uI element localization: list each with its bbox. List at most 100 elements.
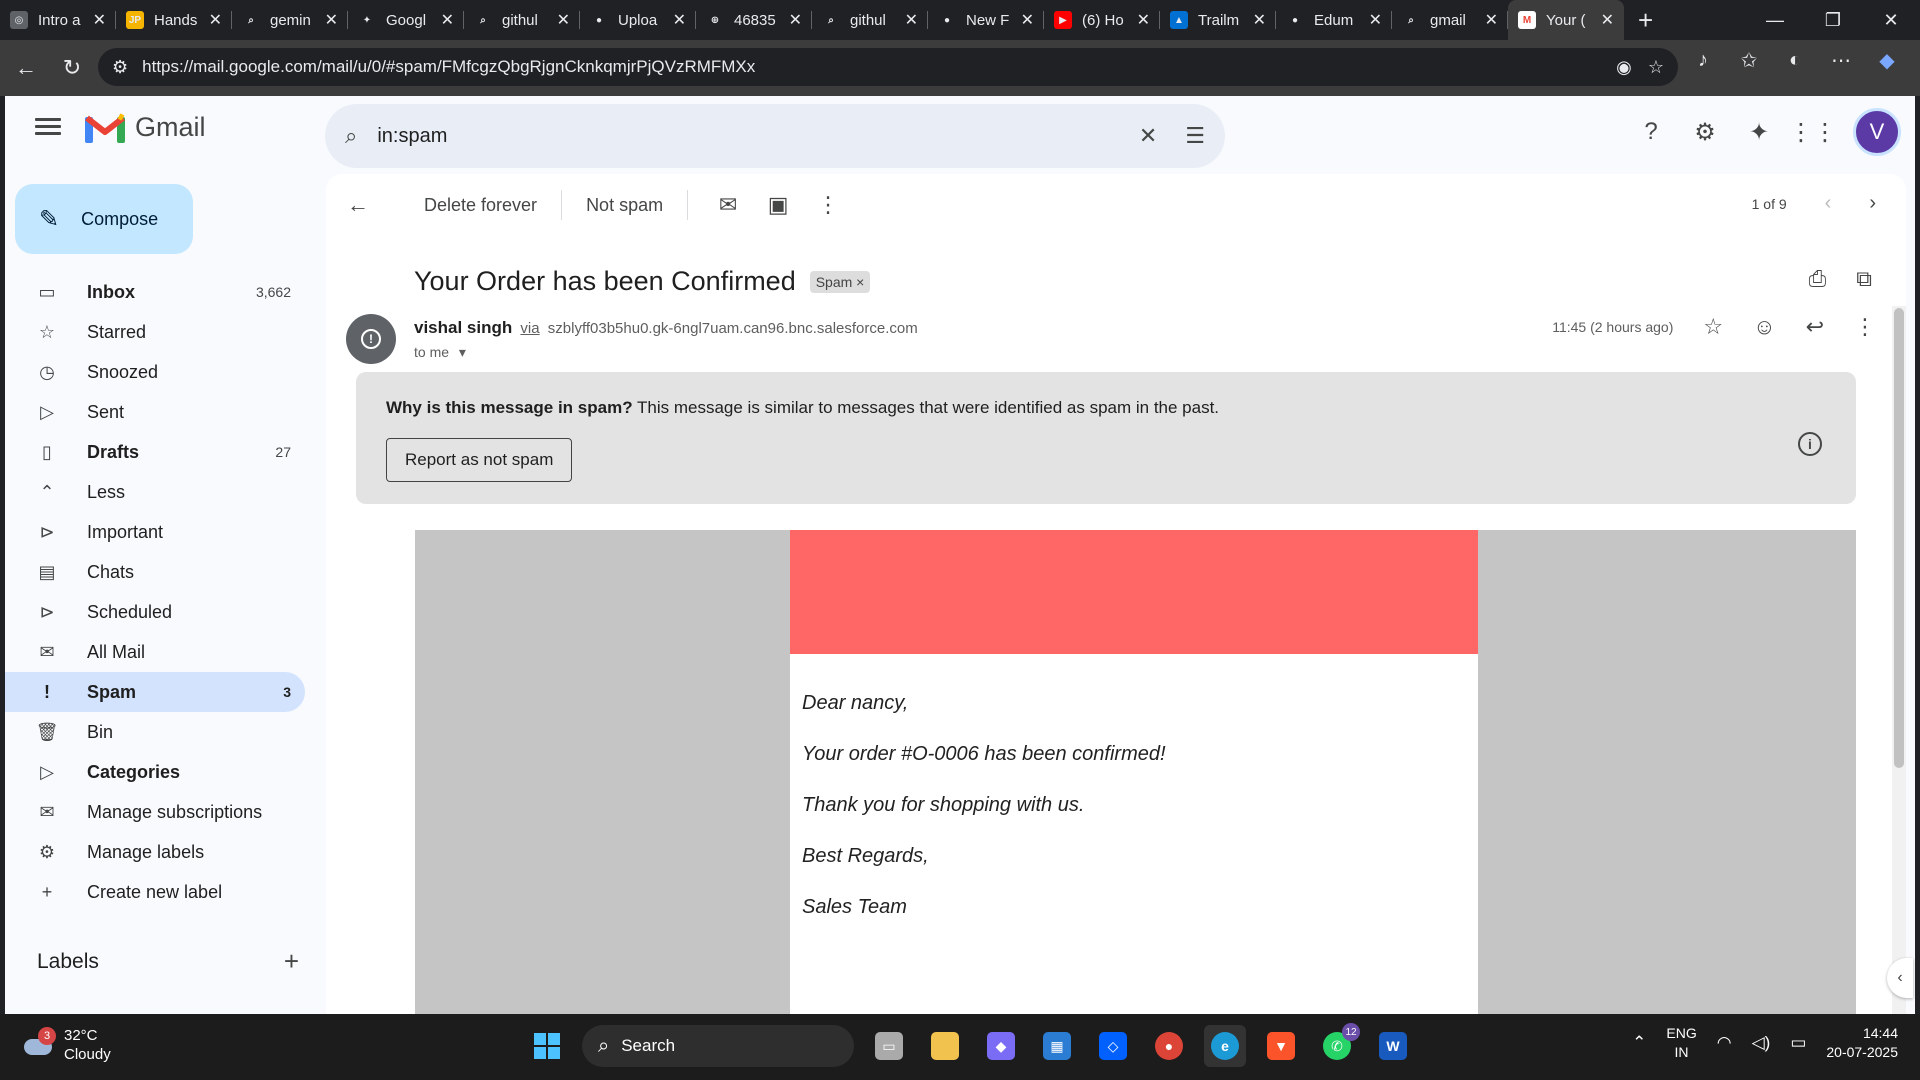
message-more-icon[interactable]: ⋮ (1854, 314, 1876, 340)
sender-name[interactable]: vishal singh (414, 318, 512, 337)
sidebar-item-create-new-label[interactable]: + Create new label (5, 872, 305, 912)
browser-tab[interactable]: ⊕ 46835 ✕ (696, 0, 812, 40)
spam-label-chip[interactable]: Spam × (809, 270, 871, 293)
url-text[interactable]: https://mail.google.com/mail/u/0/#spam/F… (142, 57, 1600, 77)
scrollbar-thumb[interactable] (1894, 308, 1904, 768)
search-icon[interactable]: ⌕ (345, 123, 357, 149)
wifi-icon[interactable]: ◠ (1717, 1033, 1732, 1053)
delete-forever-button[interactable]: Delete forever (424, 195, 537, 216)
favorites-icon[interactable]: ✩ (1736, 48, 1762, 73)
address-bar[interactable]: ⚙ https://mail.google.com/mail/u/0/#spam… (98, 48, 1678, 86)
profile-icon[interactable]: ◐ (1782, 49, 1808, 72)
emoji-react-icon[interactable]: ☺ (1753, 314, 1775, 340)
read-aloud-icon[interactable]: ♪ (1690, 49, 1716, 72)
report-not-spam-button[interactable]: Report as not spam (386, 438, 573, 482)
tab-close-icon[interactable]: ✕ (1369, 10, 1382, 30)
more-icon[interactable]: ⋯ (1828, 48, 1854, 73)
sidebar-item-chats[interactable]: ▤ Chats (5, 552, 305, 592)
restore-button[interactable]: ❐ (1804, 0, 1862, 40)
search-options-icon[interactable]: ☰ (1185, 123, 1205, 149)
add-label-icon[interactable]: + (284, 946, 299, 977)
sidebar-item-less[interactable]: ⌃ Less (5, 472, 305, 512)
tab-close-icon[interactable]: ✕ (441, 10, 454, 30)
settings-gear-icon[interactable]: ⚙ (1691, 118, 1719, 146)
caret-down-icon[interactable]: ▾ (459, 344, 466, 360)
account-avatar[interactable]: V (1853, 108, 1901, 156)
newer-chevron-icon[interactable]: ‹ (1825, 192, 1832, 215)
weather-widget[interactable]: 3 32°C Cloudy (22, 1026, 111, 1064)
chrome-button[interactable]: ● (1148, 1025, 1190, 1067)
sidebar-item-categories[interactable]: ▷ Categories (5, 752, 305, 792)
sidebar-item-inbox[interactable]: ▭ Inbox 3,662 (5, 272, 305, 312)
help-icon[interactable]: ? (1637, 118, 1665, 146)
reload-icon[interactable]: ↻ (52, 48, 92, 88)
scrollbar[interactable] (1892, 306, 1906, 1014)
reply-icon[interactable]: ↩ (1806, 314, 1824, 340)
whatsapp-button[interactable]: ✆ 12 (1316, 1023, 1360, 1067)
search-input[interactable]: in:spam (377, 125, 1111, 148)
sidebar-item-starred[interactable]: ☆ Starred (5, 312, 305, 352)
start-button[interactable] (526, 1025, 568, 1067)
tab-close-icon[interactable]: ✕ (1137, 10, 1150, 30)
recipient-details[interactable]: to me ▾ (414, 344, 466, 361)
browser-tab[interactable]: ● Uploa ✕ (580, 0, 696, 40)
edge-button[interactable]: e (1204, 1025, 1246, 1067)
site-info-icon[interactable]: ⚙ (112, 57, 128, 78)
gmail-logo[interactable]: Gmail (85, 112, 206, 143)
tab-close-icon[interactable]: ✕ (1485, 10, 1498, 30)
close-window-button[interactable]: ✕ (1862, 0, 1920, 40)
tab-close-icon[interactable]: ✕ (673, 10, 686, 30)
volume-icon[interactable]: ◁) (1752, 1033, 1771, 1053)
browser-tab[interactable]: ✦ Googl ✕ (348, 0, 464, 40)
browser-tab[interactable]: JP Hands ✕ (116, 0, 232, 40)
battery-icon[interactable]: ▭ (1790, 1033, 1806, 1053)
copilot-button[interactable]: ◆ (980, 1025, 1022, 1067)
word-button[interactable]: W (1372, 1025, 1414, 1067)
dropbox-button[interactable]: ◇ (1092, 1025, 1134, 1067)
open-new-window-icon[interactable]: ⧉ (1856, 266, 1872, 292)
more-vert-icon[interactable]: ⋮ (808, 192, 848, 218)
clear-search-icon[interactable]: ✕ (1139, 123, 1157, 149)
copilot-icon[interactable]: ◆ (1874, 48, 1900, 73)
mark-unread-icon[interactable]: ✉ (708, 192, 748, 218)
compose-button[interactable]: ✎ Compose (15, 184, 193, 254)
tab-close-icon[interactable]: ✕ (1601, 10, 1614, 30)
gemini-icon[interactable]: ✦ (1745, 118, 1773, 146)
browser-tab[interactable]: ▲ Trailm ✕ (1160, 0, 1276, 40)
browser-tab[interactable]: ⌕ gemin ✕ (232, 0, 348, 40)
star-message-icon[interactable]: ☆ (1703, 314, 1723, 340)
main-menu-icon[interactable] (35, 114, 61, 139)
tab-close-icon[interactable]: ✕ (557, 10, 570, 30)
info-icon[interactable]: i (1798, 432, 1822, 456)
browser-tab[interactable]: ▶ (6) Ho ✕ (1044, 0, 1160, 40)
file-explorer-button[interactable] (924, 1025, 966, 1067)
tab-close-icon[interactable]: ✕ (905, 10, 918, 30)
tab-close-icon[interactable]: ✕ (1021, 10, 1034, 30)
eye-icon[interactable]: ◉ (1616, 57, 1632, 78)
brave-button[interactable]: ▼ (1260, 1025, 1302, 1067)
tab-close-icon[interactable]: ✕ (93, 10, 106, 30)
minimize-button[interactable]: — (1746, 0, 1804, 40)
sidebar-item-scheduled[interactable]: ⊳ Scheduled (5, 592, 305, 632)
sidebar-item-all-mail[interactable]: ✉ All Mail (5, 632, 305, 672)
tab-close-icon[interactable]: ✕ (209, 10, 222, 30)
store-button[interactable]: ▦ (1036, 1025, 1078, 1067)
print-icon[interactable]: ⎙ (1809, 266, 1827, 292)
browser-tab[interactable]: ⌕ githul ✕ (812, 0, 928, 40)
sidebar-item-bin[interactable]: 🗑 Bin (5, 712, 305, 752)
tab-close-icon[interactable]: ✕ (325, 10, 338, 30)
older-chevron-icon[interactable]: › (1869, 192, 1876, 215)
tab-close-icon[interactable]: ✕ (789, 10, 802, 30)
browser-tab[interactable]: ◎ Intro a ✕ (0, 0, 116, 40)
browser-tab[interactable]: M Your (✕ (1508, 0, 1624, 40)
sidebar-item-manage-labels[interactable]: ⚙ Manage labels (5, 832, 305, 872)
show-hidden-icons-chevron[interactable]: ⌃ (1632, 1033, 1646, 1053)
back-to-list-icon[interactable]: ← (338, 192, 378, 218)
sidebar-item-spam[interactable]: ! Spam 3 (5, 672, 305, 712)
apps-grid-icon[interactable]: ⋮⋮ (1789, 118, 1837, 146)
sidebar-item-manage-subscriptions[interactable]: ✉ Manage subscriptions (5, 792, 305, 832)
sidebar-item-snoozed[interactable]: ◷ Snoozed (5, 352, 305, 392)
sidebar-item-drafts[interactable]: ▯ Drafts 27 (5, 432, 305, 472)
new-tab-button[interactable]: + (1638, 5, 1653, 36)
sender-via[interactable]: via (520, 320, 539, 337)
